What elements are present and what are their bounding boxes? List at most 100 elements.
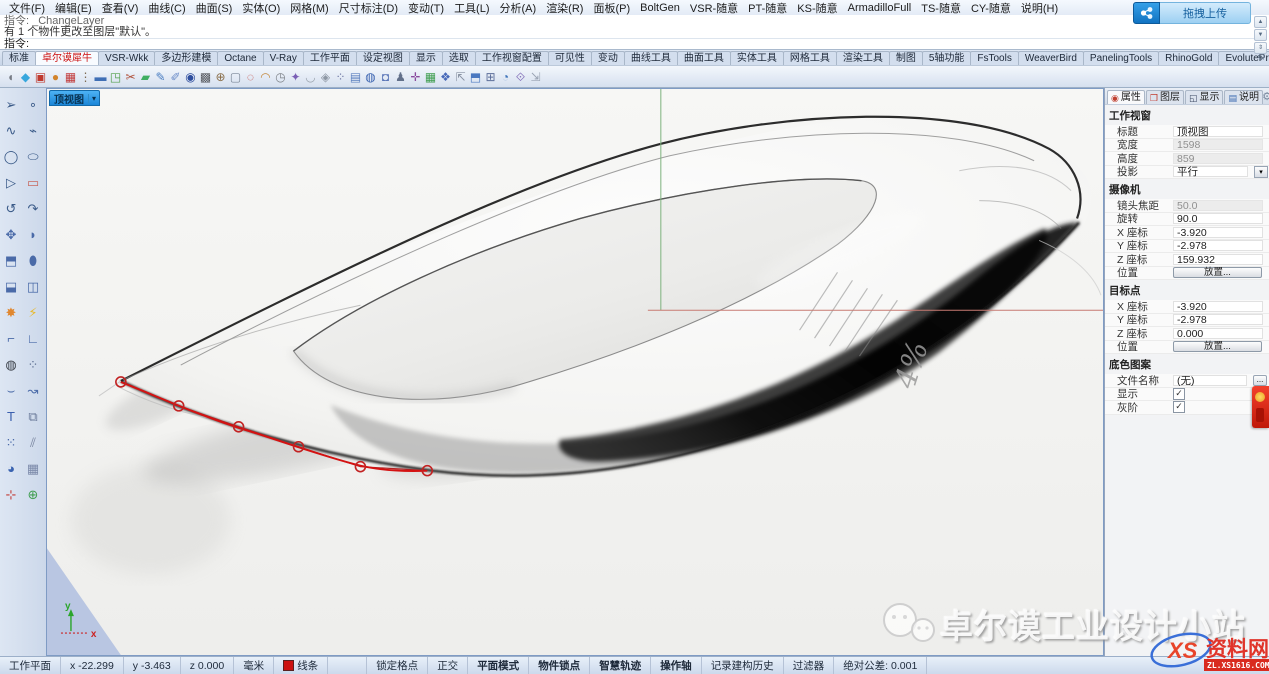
chevron-down-icon[interactable]: ▾ <box>88 94 99 103</box>
menu-item[interactable]: 编辑(E) <box>50 0 97 16</box>
panel-tab[interactable]: ◱ 显示 <box>1185 90 1224 104</box>
target-x-field[interactable]: -3.920 <box>1173 301 1263 312</box>
toolbar-icon[interactable]: ❖ <box>438 69 453 85</box>
toolbar-icon[interactable]: ▣ <box>33 69 48 85</box>
toolbar-tab[interactable]: 标准 <box>2 51 36 65</box>
tolerance-readout[interactable]: 绝对公差: 0.001 <box>834 657 927 674</box>
toolbar-icon[interactable]: ▢ <box>228 69 243 85</box>
toolbar-tab[interactable]: 可见性 <box>548 51 592 65</box>
toolbar-tab[interactable]: 网格工具 <box>783 51 837 65</box>
projection-select[interactable]: 平行 <box>1173 166 1248 177</box>
toolbar-tab[interactable]: 渲染工具 <box>836 51 890 65</box>
target-place-button[interactable]: 放置... <box>1173 341 1262 352</box>
browse-button[interactable]: ... <box>1253 375 1267 386</box>
wallpaper-file-field[interactable]: (无) <box>1173 375 1247 386</box>
sidebar-tool-icon[interactable]: ⚡ <box>22 300 44 326</box>
toolbar-icon[interactable]: ▦ <box>423 69 438 85</box>
sidebar-tool-icon[interactable]: ⌐ <box>0 326 22 352</box>
menu-item[interactable]: PT-随意 <box>743 0 792 16</box>
menu-item[interactable]: CY-随意 <box>966 0 1016 16</box>
panel-tab[interactable]: ◉ 属性 <box>1107 90 1145 104</box>
grayscale-checkbox[interactable]: ✓ <box>1173 401 1185 413</box>
sidebar-tool-icon[interactable]: ⁙ <box>0 430 22 456</box>
panel-tab[interactable]: ▤ 说明 <box>1224 90 1263 104</box>
sidebar-tool-icon[interactable]: ◕ <box>0 456 22 482</box>
toolbar-tab[interactable]: 卓尔谟犀牛 <box>35 51 99 65</box>
toolbar-icon[interactable]: ▩ <box>198 69 213 85</box>
toolbar-icon[interactable]: ◘ <box>378 69 393 85</box>
toolbar-tab[interactable]: 变动 <box>591 51 625 65</box>
menu-item[interactable]: 曲线(C) <box>143 0 190 16</box>
sidebar-tool-icon[interactable]: ⬭ <box>22 144 44 170</box>
history-toggle[interactable]: 记录建构历史 <box>702 657 784 674</box>
splitter-icon[interactable]: ⇕ <box>1254 42 1267 54</box>
toolbar-tab[interactable]: 曲线工具 <box>624 51 678 65</box>
camera-z-field[interactable]: 159.932 <box>1173 254 1263 265</box>
toolbar-icon[interactable]: ⊞ <box>483 69 498 85</box>
sidebar-tool-icon[interactable]: ⊹ <box>0 482 22 508</box>
panel-tab[interactable]: ❒ 图层 <box>1146 90 1184 104</box>
toolbar-icon[interactable]: ▤ <box>348 69 363 85</box>
menu-item[interactable]: 分析(A) <box>495 0 542 16</box>
toolbar-icon[interactable]: ⋮ <box>78 69 93 85</box>
toolbar-icon[interactable]: ⊕ <box>213 69 228 85</box>
menu-item[interactable]: 文件(F) <box>4 0 50 16</box>
toolbar-icon[interactable]: ◡ <box>303 69 318 85</box>
sidebar-tool-icon[interactable]: ▭ <box>22 170 44 196</box>
sidebar-tool-icon[interactable]: ✸ <box>0 300 22 326</box>
sidebar-tool-icon[interactable]: ◗ <box>22 222 44 248</box>
toolbar-icon[interactable]: ◷ <box>273 69 288 85</box>
filter-toggle[interactable]: 过滤器 <box>784 657 835 674</box>
menu-item[interactable]: 说明(H) <box>1016 0 1063 16</box>
toolbar-icon[interactable]: ✎ <box>153 69 168 85</box>
toolbar-tab[interactable]: 多边形建模 <box>154 51 218 65</box>
menu-item[interactable]: TS-随意 <box>916 0 966 16</box>
rotation-field[interactable]: 90.0 <box>1173 213 1263 224</box>
menu-item[interactable]: ArmadilloFull <box>843 2 917 14</box>
menu-item[interactable]: BoltGen <box>635 2 685 14</box>
toolbar-tab[interactable]: 实体工具 <box>730 51 784 65</box>
smarttrack-toggle[interactable]: 智慧轨迹 <box>590 657 651 674</box>
sidebar-tool-icon[interactable]: ∿ <box>0 118 22 144</box>
sidebar-tool-icon[interactable]: ⊕ <box>22 482 44 508</box>
menu-item[interactable]: 变动(T) <box>403 0 449 16</box>
toolbar-icon[interactable]: ◉ <box>183 69 198 85</box>
camera-place-button[interactable]: 放置... <box>1173 267 1262 278</box>
command-prompt[interactable]: 指令: <box>4 38 1265 50</box>
toolbar-icon[interactable]: ♟ <box>393 69 408 85</box>
camera-y-field[interactable]: -2.978 <box>1173 240 1263 251</box>
menu-item[interactable]: 工具(L) <box>449 0 494 16</box>
scroll-up-icon[interactable]: ▲ <box>1254 16 1267 28</box>
menu-item[interactable]: 网格(M) <box>285 0 334 16</box>
sidebar-tool-icon[interactable]: ↷ <box>22 196 44 222</box>
toolbar-tab[interactable]: WeaverBird <box>1018 51 1084 65</box>
toolbar-tab[interactable]: 选取 <box>442 51 476 65</box>
menu-item[interactable]: 查看(V) <box>97 0 144 16</box>
toolbar-icon[interactable]: ▬ <box>93 69 108 85</box>
camera-x-field[interactable]: -3.920 <box>1173 227 1263 238</box>
target-y-field[interactable]: -2.978 <box>1173 314 1263 325</box>
viewport[interactable]: 4% y x 顶视图 ▾ <box>46 88 1104 656</box>
sidebar-tool-icon[interactable]: ⫽ <box>22 430 44 456</box>
toolbar-tab[interactable]: RhinoGold <box>1158 51 1219 65</box>
toolbar-icon[interactable]: ✦ <box>288 69 303 85</box>
toolbar-icon[interactable]: ◌ <box>243 69 258 85</box>
toolbar-tab[interactable]: VSR-Wkk <box>98 51 155 65</box>
layer-menu[interactable]: 线条 <box>274 657 328 674</box>
sidebar-tool-icon[interactable]: ↺ <box>0 196 22 222</box>
toolbar-icon[interactable]: ⟐ <box>513 69 528 85</box>
sidebar-tool-icon[interactable]: ▷ <box>0 170 22 196</box>
sidebar-tool-icon[interactable]: ◫ <box>22 274 44 300</box>
sidebar-tool-icon[interactable]: ➢ <box>0 92 22 118</box>
toolbar-icon[interactable]: ◍ <box>363 69 378 85</box>
toolbar-icon[interactable]: ✛ <box>408 69 423 85</box>
osnap-toggle[interactable]: 物件锁点 <box>529 657 590 674</box>
toolbar-tab[interactable]: V-Ray <box>263 51 304 65</box>
upload-widget[interactable]: 拖拽上传 <box>1133 2 1251 24</box>
sidebar-tool-icon[interactable]: ⧉ <box>22 404 44 430</box>
show-checkbox[interactable]: ✓ <box>1173 388 1185 400</box>
toolbar-icon[interactable]: ✂ <box>123 69 138 85</box>
menu-item[interactable]: VSR-随意 <box>685 0 743 16</box>
toolbar-icon[interactable]: ⬒ <box>468 69 483 85</box>
toolbar-tab[interactable]: Octane <box>217 51 263 65</box>
